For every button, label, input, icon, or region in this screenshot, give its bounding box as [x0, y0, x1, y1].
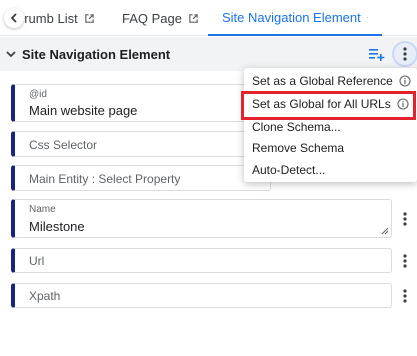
main-entity-placeholder: Main Entity : Select Property — [29, 172, 181, 186]
tab-site-navigation-element[interactable]: Site Navigation Element — [208, 0, 382, 36]
xpath-placeholder: Xpath — [29, 289, 61, 303]
more-vert-icon — [403, 212, 407, 226]
name-field[interactable]: Name Milestone — [11, 199, 392, 238]
url-placeholder: Url — [29, 254, 45, 268]
xpath-more-options-button[interactable] — [398, 287, 412, 305]
tab-label: FAQ Page — [122, 10, 182, 26]
section-title: Site Navigation Element — [22, 46, 171, 62]
open-external-icon[interactable] — [84, 13, 95, 24]
url-field[interactable]: Url — [11, 248, 392, 273]
info-icon[interactable] — [399, 75, 411, 87]
menu-item-auto-detect[interactable]: Auto-Detect... — [244, 160, 417, 180]
menu-item-clone-schema[interactable]: Clone Schema... — [244, 117, 417, 137]
menu-item-label: Set as a Global Reference — [252, 74, 393, 88]
menu-item-label: Remove Schema — [252, 141, 345, 155]
open-external-icon[interactable] — [366, 12, 368, 23]
more-options-button[interactable] — [392, 41, 417, 67]
menu-item-label: Auto-Detect... — [252, 163, 326, 177]
info-icon[interactable] — [397, 98, 409, 110]
xpath-field[interactable]: Xpath — [11, 283, 392, 308]
css-selector-field[interactable]: Css Selector — [11, 131, 271, 157]
name-label: Name — [29, 204, 56, 215]
more-vert-icon — [403, 254, 407, 268]
id-value: Main website page — [29, 103, 138, 118]
css-selector-placeholder: Css Selector — [29, 138, 98, 152]
name-more-options-button[interactable] — [398, 210, 412, 228]
open-external-icon[interactable] — [188, 13, 199, 24]
scroll-left-button[interactable] — [4, 8, 24, 28]
more-vert-icon — [403, 47, 407, 61]
tab-faq-page[interactable]: FAQ Page — [122, 0, 199, 36]
section-header: Site Navigation Element — [0, 37, 417, 71]
menu-item-remove-schema[interactable]: Remove Schema — [244, 138, 417, 158]
menu-item-set-global-reference[interactable]: Set as a Global Reference — [244, 71, 417, 91]
playlist-add-icon[interactable] — [368, 45, 386, 63]
menu-item-label: Set as Global for All URLs — [252, 97, 391, 111]
chevron-left-icon — [10, 13, 17, 23]
tab-bar: e Crumb List FAQ Page Site Navigation El… — [0, 0, 417, 36]
more-vert-icon — [403, 289, 407, 303]
url-more-options-button[interactable] — [398, 252, 412, 270]
resize-handle-icon[interactable] — [381, 227, 389, 235]
tab-label: Site Navigation Element — [222, 9, 361, 25]
id-label: @id — [29, 89, 47, 100]
name-value: Milestone — [29, 219, 85, 234]
menu-item-set-global-all-urls[interactable]: Set as Global for All URLs — [244, 94, 417, 114]
main-entity-field[interactable]: Main Entity : Select Property — [11, 165, 271, 191]
id-field[interactable]: @id Main website page — [11, 84, 271, 122]
schema-options-menu: Set as a Global Reference Set as Global … — [244, 68, 417, 182]
menu-item-label: Clone Schema... — [252, 120, 341, 134]
chevron-down-icon[interactable] — [6, 49, 16, 59]
